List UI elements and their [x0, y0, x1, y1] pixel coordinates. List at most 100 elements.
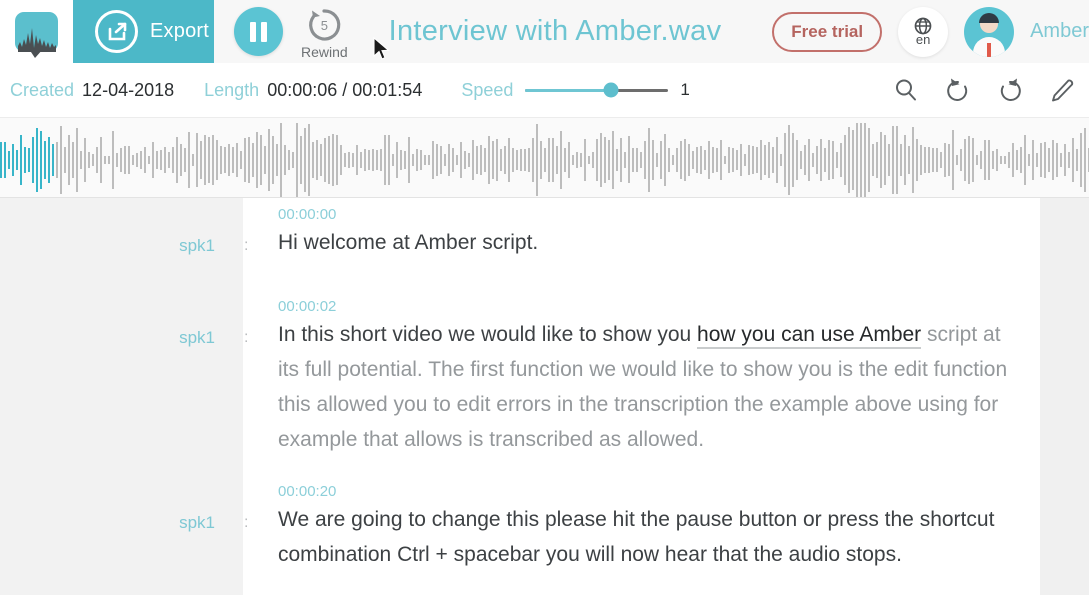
waveform-bar: [28, 147, 30, 173]
edit-pencil-icon[interactable]: [1049, 77, 1075, 103]
waveform-bar: [200, 140, 202, 180]
waveform-bar: [452, 147, 454, 173]
waveform-bar: [1060, 152, 1062, 168]
waveform-bar: [244, 137, 246, 183]
waveform-bar: [484, 148, 486, 172]
waveform-bar: [40, 130, 42, 190]
waveform-bar: [100, 136, 102, 184]
segment-timestamp[interactable]: 00:00:20: [278, 483, 336, 500]
right-margin-strip: [1040, 198, 1089, 595]
speed-slider-thumb[interactable]: [603, 82, 619, 98]
waveform-bar: [412, 153, 414, 167]
segment-text[interactable]: We are going to change this please hit t…: [278, 502, 1023, 572]
speaker-label[interactable]: spk1: [0, 236, 215, 256]
segment-timestamp[interactable]: 00:00:02: [278, 298, 336, 315]
waveform-bar: [204, 134, 206, 186]
waveform-bar: [324, 138, 326, 182]
waveform-bar: [756, 147, 758, 173]
avatar[interactable]: [964, 6, 1015, 57]
waveform-bar: [516, 149, 518, 171]
waveform-bar: [624, 151, 626, 169]
speaker-label[interactable]: spk1: [0, 513, 215, 533]
waveform-bar: [304, 127, 306, 193]
waveform-bar: [584, 138, 586, 182]
waveform-bar: [192, 153, 194, 167]
waveform-bar: [432, 141, 434, 179]
waveform-bar: [68, 134, 70, 186]
waveform-bar: [288, 150, 290, 170]
waveform-bar: [368, 150, 370, 170]
waveform-bar: [1072, 137, 1074, 183]
waveform-bar: [588, 155, 590, 165]
waveform-bar: [4, 141, 6, 179]
export-arrow-icon: [95, 10, 138, 53]
waveform-bar: [408, 137, 410, 183]
waveform-bar: [108, 155, 110, 165]
speaker-separator: :: [244, 329, 249, 346]
waveform-bar: [916, 139, 918, 181]
waveform-bar: [944, 143, 946, 177]
waveform-bar: [104, 155, 106, 165]
waveform-bar: [256, 132, 258, 188]
segment-timestamp[interactable]: 00:00:00: [278, 206, 336, 223]
export-button[interactable]: Export: [73, 0, 214, 63]
waveform-bar: [1044, 141, 1046, 179]
waveform-bar: [776, 136, 778, 184]
waveform-bar: [784, 132, 786, 188]
search-icon[interactable]: [893, 77, 919, 103]
waveform-bar: [472, 139, 474, 181]
undo-icon[interactable]: [945, 77, 971, 103]
waveform-bar: [360, 152, 362, 168]
audio-waveform[interactable]: [0, 118, 1089, 198]
app-logo[interactable]: [0, 0, 73, 63]
waveform-bar: [700, 145, 702, 175]
waveform-bar: [252, 142, 254, 178]
waveform-bar: [404, 150, 406, 170]
redo-icon[interactable]: [997, 77, 1023, 103]
waveform-bar: [960, 148, 962, 172]
waveform-bar: [184, 148, 186, 172]
waveform-bar: [468, 153, 470, 167]
waveform-bar: [272, 135, 274, 185]
waveform-bar: [328, 135, 330, 185]
waveform-bar: [520, 149, 522, 171]
waveform-bar: [24, 147, 26, 173]
language-selector[interactable]: en: [898, 6, 949, 57]
rewind-button[interactable]: 5 Rewind: [301, 7, 348, 60]
speaker-label[interactable]: spk1: [0, 328, 215, 348]
segment-text[interactable]: In this short video we would like to sho…: [278, 317, 1023, 457]
waveform-bar: [972, 138, 974, 182]
user-name[interactable]: Amber: [1030, 20, 1089, 43]
waveform-bar: [540, 141, 542, 179]
waveform-bar: [504, 145, 506, 175]
speed-slider[interactable]: [525, 82, 669, 98]
waveform-bar: [764, 144, 766, 176]
waveform-bar: [52, 143, 54, 177]
waveform-bar: [156, 151, 158, 169]
waveform-bar: [228, 144, 230, 176]
waveform-bar: [912, 126, 914, 194]
waveform-bar: [492, 141, 494, 179]
free-trial-button[interactable]: Free trial: [772, 11, 883, 52]
waveform-bar: [1036, 153, 1038, 167]
waveform-bar: [824, 148, 826, 172]
waveform-bar: [136, 152, 138, 168]
waveform-bar: [904, 135, 906, 185]
length-label: Length: [204, 79, 260, 100]
waveform-bar: [860, 123, 862, 197]
waveform-bar: [1016, 149, 1018, 171]
segment-text[interactable]: Hi welcome at Amber script.: [278, 225, 1023, 260]
waveform-bar: [92, 153, 94, 167]
waveform-bar: [20, 134, 22, 186]
waveform-bar: [344, 153, 346, 167]
edited-word-run: how you can use Amber: [697, 323, 922, 349]
pause-button[interactable]: [234, 7, 283, 56]
speed-group: Speed 1: [422, 80, 690, 101]
waveform-bar: [152, 142, 154, 178]
waveform-bar: [176, 137, 178, 183]
waveform-bar: [456, 154, 458, 166]
document-title[interactable]: Interview with Amber.wav: [348, 15, 773, 48]
waveform-bar: [952, 130, 954, 190]
waveform-bar: [448, 144, 450, 176]
waveform-bar: [220, 146, 222, 174]
